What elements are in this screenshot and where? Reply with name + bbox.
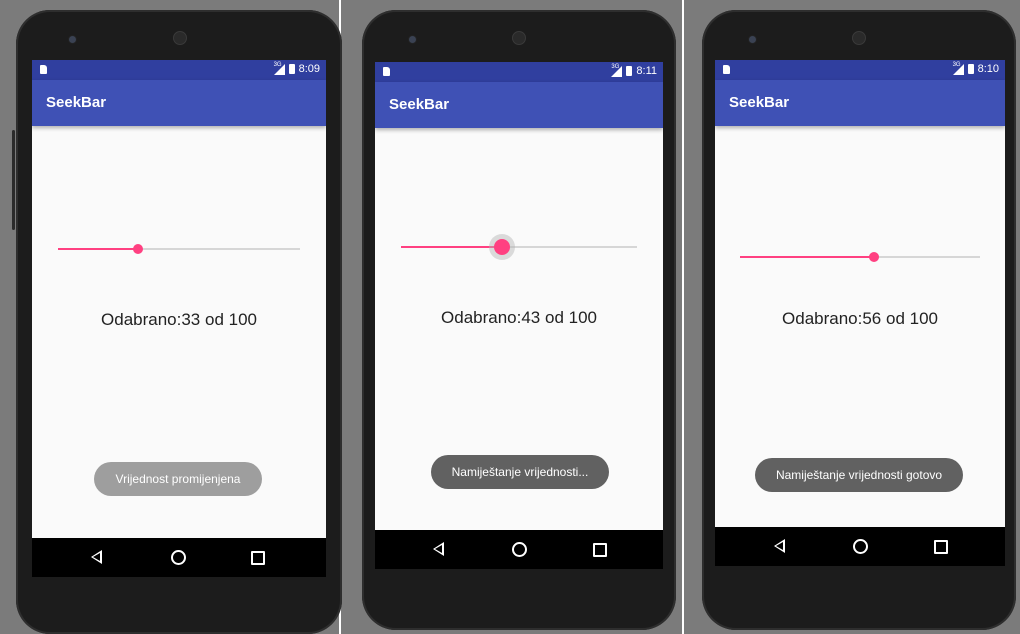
toast-message: Vrijednost promijenjena [94,462,262,496]
nav-recents-icon[interactable] [593,543,607,557]
navigation-bar [32,538,326,577]
nav-home-icon[interactable] [853,539,868,554]
seekbar[interactable] [740,252,980,262]
nav-recents-icon[interactable] [934,540,948,554]
navigation-bar [375,530,663,569]
seekbar-thumb[interactable] [132,244,143,254]
screen-2: 3G 8:11 SeekBar Odabrano:43 od 100 Namij… [375,62,663,569]
navigation-bar [715,527,1005,566]
sd-card-icon [40,65,47,74]
signal-icon: 3G [273,62,285,75]
nav-back-icon[interactable] [774,539,785,553]
nav-recents-icon[interactable] [251,551,265,565]
signal-icon: 3G [952,62,964,75]
screen-3: 3G 8:10 SeekBar Odabrano:56 od 100 Namij… [715,60,1005,566]
nav-back-icon[interactable] [91,550,102,564]
seekbar-thumb[interactable] [869,252,880,262]
seekbar-progress [740,256,875,258]
speaker-icon [173,31,187,45]
battery-icon [288,64,295,74]
battery-icon [967,64,974,74]
seekbar[interactable] [401,239,637,255]
toast-message: Namiještanje vrijednosti... [431,455,609,489]
selected-value-label: Odabrano:43 od 100 [441,308,597,327]
app-title: SeekBar [389,96,450,113]
front-camera-icon [408,35,417,44]
sd-card-icon [383,67,390,76]
seekbar-progress [401,246,503,248]
nav-home-icon[interactable] [512,542,527,557]
sd-card-icon [723,65,730,74]
app-title: SeekBar [729,94,790,111]
phone-1: 3G 8:09 SeekBar Odabrano:33 od 100 Vrije… [12,10,342,634]
status-time: 8:11 [636,65,657,77]
seekbar[interactable] [58,244,300,254]
app-title: SeekBar [46,94,107,111]
status-bar: 3G 8:11 [375,62,663,82]
app-bar: SeekBar [32,80,326,126]
toast-message: Namiještanje vrijednosti gotovo [755,458,963,492]
app-bar: SeekBar [375,82,663,128]
seekbar-progress [58,248,138,250]
speaker-icon [852,31,866,45]
phone-2: 3G 8:11 SeekBar Odabrano:43 od 100 Namij… [362,10,676,630]
status-time: 8:09 [298,63,320,75]
seekbar-thumb[interactable] [494,239,511,255]
nav-home-icon[interactable] [171,550,186,565]
app-bar: SeekBar [715,80,1005,126]
selected-value-label: Odabrano:33 od 100 [101,310,257,329]
signal-icon: 3G [611,64,623,77]
selected-value-label: Odabrano:56 od 100 [782,309,938,328]
speaker-icon [512,31,526,45]
separator [682,0,684,634]
front-camera-icon [748,35,757,44]
phone-3: 3G 8:10 SeekBar Odabrano:56 od 100 Namij… [702,10,1016,630]
screen-1: 3G 8:09 SeekBar Odabrano:33 od 100 Vrije… [32,60,326,577]
side-button [12,130,15,230]
status-time: 8:10 [977,63,999,75]
status-bar: 3G 8:09 [32,60,326,80]
nav-back-icon[interactable] [433,542,444,556]
front-camera-icon [68,35,77,44]
status-bar: 3G 8:10 [715,60,1005,80]
battery-icon [626,66,633,76]
